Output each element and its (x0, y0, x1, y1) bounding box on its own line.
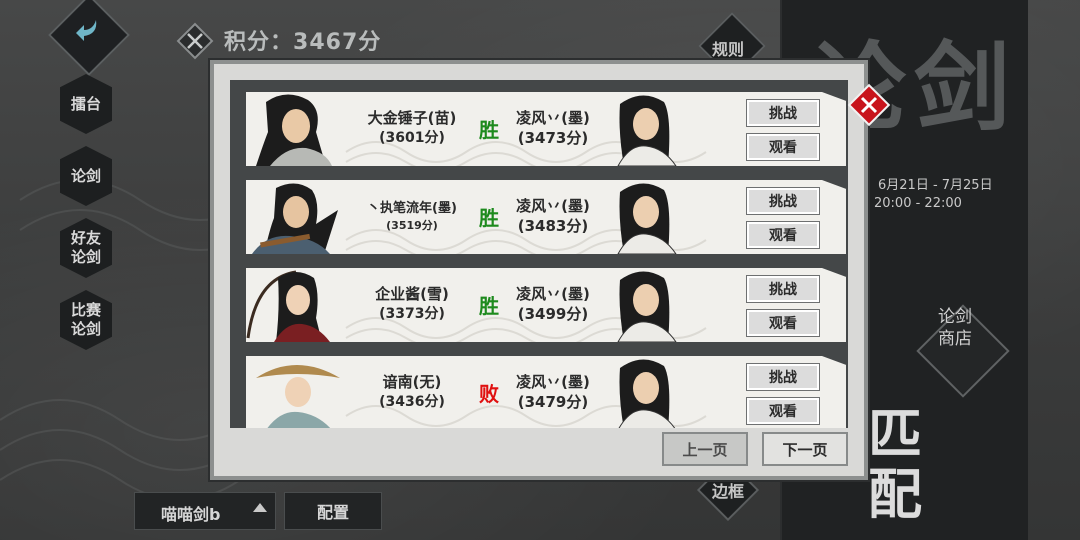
opponent-score: (3373分) (379, 306, 445, 322)
opponent-name: 企业酱(雪) (375, 285, 449, 303)
sword-select-label: 喵喵剑b (161, 505, 221, 524)
challenge-button[interactable]: 挑战 (746, 99, 820, 127)
challenge-button[interactable]: 挑战 (746, 363, 820, 391)
challenge-button[interactable]: 挑战 (746, 187, 820, 215)
self-avatar (617, 183, 677, 254)
opponent-avatar (246, 270, 330, 342)
caret-up-icon (253, 503, 267, 512)
nav-match-lunjian-label: 比赛论剑 (70, 301, 101, 338)
opponent-score: (3519分) (386, 219, 438, 232)
record-row: 大金锤子(苗) (3601分) 胜 凌风丷(墨) (3473分) 挑战 观看 (246, 92, 846, 166)
opponent-avatar (256, 365, 340, 428)
nav-lunjian-label: 论剑 (70, 166, 101, 185)
self-score: (3483分) (517, 217, 589, 235)
self-name: 凌风丷(墨) (516, 285, 590, 303)
opponent-avatar (252, 183, 338, 254)
opponent-name: 谙南(无) (382, 373, 442, 391)
result-win: 胜 (479, 294, 499, 318)
close-icon[interactable] (846, 82, 892, 128)
record-row: 丶执笔流年(墨) (3519分) 胜 凌风丷(墨) (3483分) 挑战 观看 (246, 180, 846, 254)
opponent-score: (3436分) (379, 394, 445, 410)
self-score: (3479分) (517, 393, 589, 411)
config-button[interactable]: 配置 (284, 492, 382, 530)
result-lose: 败 (479, 382, 499, 406)
record-row: 谙南(无) (3436分) 败 凌风丷(墨) (3479分) 挑战 观看 (246, 356, 846, 428)
self-avatar (617, 95, 677, 166)
event-date: 6月21日 - 7月25日 (878, 178, 993, 193)
record-row: 企业酱(雪) (3373分) 胜 凌风丷(墨) (3499分) 挑战 观看 (246, 268, 846, 342)
result-win: 胜 (479, 206, 499, 230)
prev-page-button[interactable]: 上一页 (662, 432, 748, 466)
result-win: 胜 (479, 118, 499, 142)
score-label: 积分： (224, 30, 294, 55)
sword-select[interactable]: 喵喵剑b (134, 492, 276, 530)
challenge-button[interactable]: 挑战 (746, 275, 820, 303)
self-info: 凌风丷(墨) (3479分) (508, 372, 598, 412)
opponent-name: 大金锤子(苗) (367, 109, 457, 127)
self-avatar (617, 271, 677, 342)
nav-arena-label: 擂台 (70, 94, 101, 113)
nav-friend-lunjian-label: 好友论剑 (70, 229, 101, 266)
opponent-info: 谙南(无) (3436分) (350, 372, 474, 412)
self-score: (3499分) (517, 305, 589, 323)
opponent-avatar (256, 94, 332, 166)
score-value: 3467分 (293, 30, 382, 55)
self-info: 凌风丷(墨) (3483分) (508, 196, 598, 236)
watch-button[interactable]: 观看 (746, 309, 820, 337)
self-score: (3473分) (517, 129, 589, 147)
frame-label: 边框 (712, 482, 745, 501)
watch-button[interactable]: 观看 (746, 133, 820, 161)
opponent-score: (3601分) (379, 130, 445, 146)
self-name: 凌风丷(墨) (516, 109, 590, 127)
self-name: 凌风丷(墨) (516, 197, 590, 215)
self-info: 凌风丷(墨) (3499分) (508, 284, 598, 324)
opponent-info: 丶执笔流年(墨) (3519分) (350, 200, 474, 234)
watch-button[interactable]: 观看 (746, 221, 820, 249)
opponent-info: 企业酱(雪) (3373分) (350, 284, 474, 324)
opponent-name: 丶执笔流年(墨) (367, 201, 457, 216)
event-time: 20:00 - 22:00 (874, 196, 962, 211)
match-button[interactable]: 匹配 (868, 404, 948, 524)
self-name: 凌风丷(墨) (516, 373, 590, 391)
shop-label: 论剑商店 (938, 307, 972, 349)
self-info: 凌风丷(墨) (3473分) (508, 108, 598, 148)
watch-button[interactable]: 观看 (746, 397, 820, 425)
crossed-swords-icon (176, 22, 214, 60)
battle-record-modal: 大金锤子(苗) (3601分) 胜 凌风丷(墨) (3473分) 挑战 观看 丶… (210, 60, 868, 480)
score-display: 积分：3467分 (224, 24, 381, 56)
record-list: 大金锤子(苗) (3601分) 胜 凌风丷(墨) (3473分) 挑战 观看 丶… (230, 80, 848, 428)
back-arrow-icon (76, 20, 97, 41)
next-page-button[interactable]: 下一页 (762, 432, 848, 466)
rules-label: 规则 (712, 40, 745, 59)
opponent-info: 大金锤子(苗) (3601分) (350, 108, 474, 148)
self-avatar (617, 359, 677, 428)
